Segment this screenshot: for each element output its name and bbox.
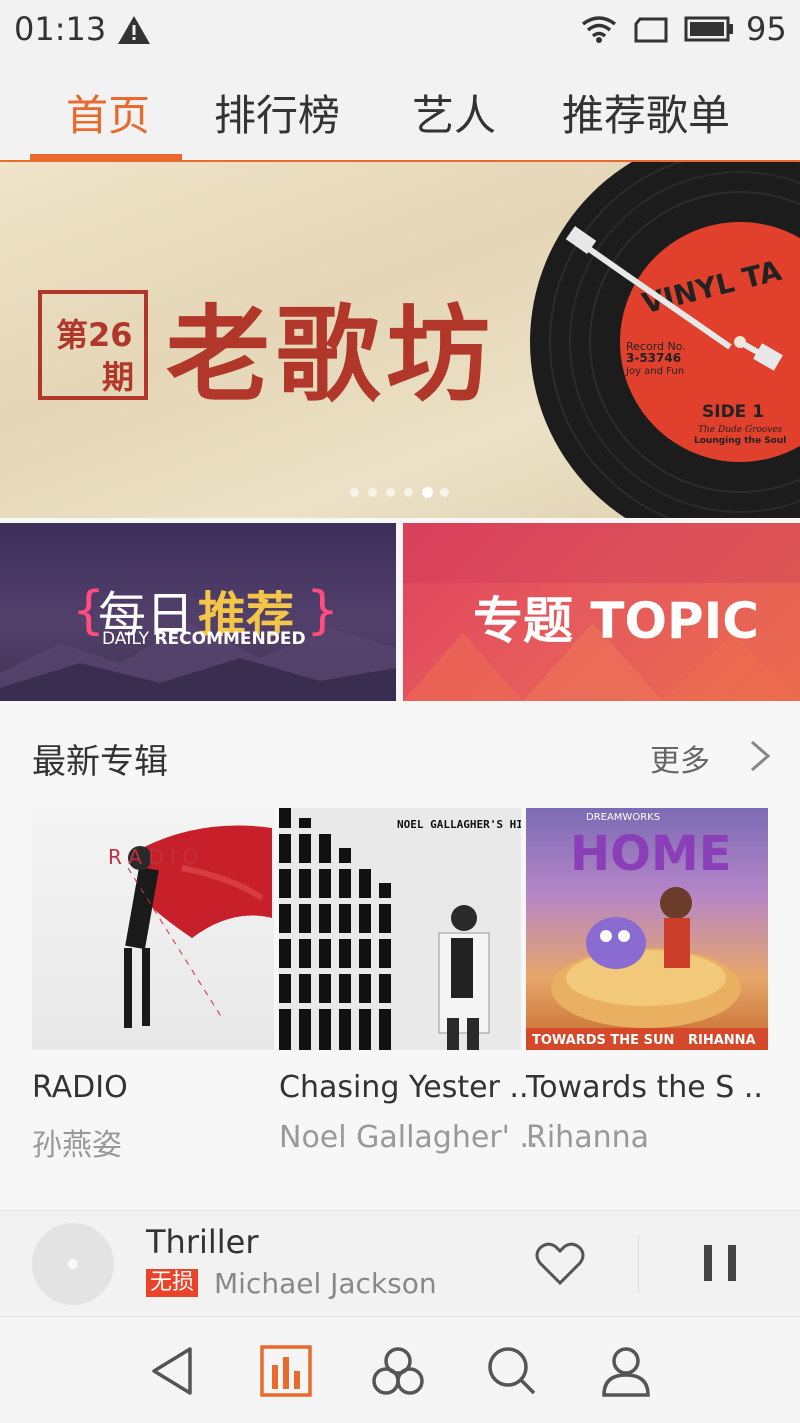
page-dot bbox=[440, 488, 449, 497]
record-number: 3-53746 bbox=[626, 351, 681, 365]
album-art-text: HOME bbox=[570, 826, 732, 882]
heart-icon[interactable] bbox=[534, 1239, 586, 1287]
album-art-radio: R A D I O bbox=[108, 825, 272, 1028]
tab-charts[interactable]: 排行榜 bbox=[214, 82, 340, 143]
vinyl-record-image: VINYL TA Record No. 3-53746 Joy and Fun … bbox=[530, 162, 800, 518]
album-title[interactable]: RADIO bbox=[32, 1070, 128, 1105]
status-time: 01:13 bbox=[14, 10, 107, 48]
album-art-towards-the-sun: DREAMWORKS HOME TOWARDS THE SUN RIHANNA bbox=[526, 812, 768, 1050]
tab-home[interactable]: 首页 bbox=[66, 82, 150, 143]
topic-label: 专题 TOPIC bbox=[473, 592, 759, 650]
album-art-text: NOEL GALLAGHER'S HIGH FLYING BIRDS bbox=[397, 818, 521, 831]
status-bar: 01:13 95 bbox=[0, 0, 800, 60]
issue-prefix: 第 bbox=[56, 316, 89, 354]
album-art-chasing-yesterday: NOEL GALLAGHER'S HIGH FLYING BIRDS bbox=[279, 808, 521, 1050]
page-dot bbox=[422, 487, 433, 498]
charts-icon[interactable] bbox=[258, 1343, 314, 1399]
album-artist[interactable]: Noel Gallagher' .. bbox=[279, 1120, 539, 1155]
more-link[interactable]: 更多 bbox=[650, 736, 710, 780]
pause-icon[interactable] bbox=[700, 1241, 740, 1285]
daily-subtitle-a: DAILY bbox=[102, 629, 155, 649]
album-artist[interactable]: 孙燕姿 bbox=[32, 1120, 122, 1164]
album-art-caption2: RIHANNA bbox=[688, 1033, 756, 1048]
record-subtitle: The Dude Grooves bbox=[698, 425, 783, 435]
battery-level: 95 bbox=[746, 10, 787, 48]
issue-badge: 第26 期 bbox=[38, 290, 148, 400]
chevron-right-icon[interactable] bbox=[748, 738, 772, 774]
discover-icon[interactable] bbox=[370, 1343, 426, 1399]
album-art-brand: DREAMWORKS bbox=[586, 812, 660, 823]
now-playing-artist: Michael Jackson bbox=[214, 1267, 437, 1300]
page-dot bbox=[368, 488, 377, 497]
search-icon[interactable] bbox=[484, 1343, 540, 1399]
daily-recommended-card[interactable]: { 每日 推荐 } DAILY RECOMMENDED bbox=[0, 523, 396, 701]
banner-title: 老歌坊 bbox=[166, 293, 497, 416]
daily-subtitle-b: RECOMMENDED bbox=[154, 629, 306, 649]
album-cover-chasing-yesterday[interactable]: NOEL GALLAGHER'S HIGH FLYING BIRDS bbox=[279, 808, 521, 1050]
now-playing-title: Thriller bbox=[146, 1223, 259, 1261]
record-small-text: Joy and Fun bbox=[625, 366, 684, 377]
album-artist[interactable]: Rihanna bbox=[526, 1120, 649, 1155]
active-tab-indicator bbox=[30, 154, 182, 160]
record-tagline: Lounging the Soul bbox=[694, 436, 786, 446]
record-side: SIDE 1 bbox=[702, 402, 764, 422]
album-disc-thumbnail[interactable] bbox=[32, 1223, 114, 1305]
banner-page-indicator bbox=[350, 487, 460, 500]
album-cover-towards-the-sun[interactable]: DREAMWORKS HOME TOWARDS THE SUN RIHANNA bbox=[526, 808, 768, 1050]
mini-player[interactable]: Thriller 无损 Michael Jackson bbox=[0, 1210, 800, 1317]
issue-suffix: 期 bbox=[102, 358, 135, 396]
page-dot bbox=[350, 488, 359, 497]
wifi-icon bbox=[581, 16, 617, 43]
topic-card[interactable]: 专题 TOPIC bbox=[403, 523, 800, 701]
brace-right-icon: } bbox=[306, 581, 340, 641]
album-art-caption: TOWARDS THE SUN bbox=[532, 1033, 674, 1048]
section-title: 最新专辑 bbox=[32, 742, 168, 782]
bottom-nav-bar bbox=[0, 1316, 800, 1423]
album-title[interactable]: Towards the S .. bbox=[526, 1070, 763, 1105]
back-icon[interactable] bbox=[146, 1343, 202, 1399]
album-title[interactable]: Chasing Yester .. bbox=[279, 1070, 529, 1105]
album-cover-radio[interactable]: R A D I O bbox=[32, 808, 274, 1050]
tab-artists[interactable]: 艺人 bbox=[412, 82, 496, 143]
profile-icon[interactable] bbox=[598, 1343, 654, 1399]
screen-rotation-icon bbox=[634, 17, 668, 43]
featured-banner[interactable]: 第26 期 老歌坊 VINYL TA Record No. 3-53746 Jo… bbox=[0, 162, 800, 518]
warning-icon bbox=[118, 16, 150, 44]
album-art-text: R A D I O bbox=[108, 845, 198, 869]
top-tab-bar: 首页 排行榜 艺人 推荐歌单 bbox=[0, 60, 800, 162]
battery-icon bbox=[684, 16, 733, 42]
player-divider bbox=[638, 1235, 639, 1293]
daily-subtitle: DAILY RECOMMENDED bbox=[102, 629, 306, 649]
page-dot bbox=[386, 488, 395, 497]
page-dot bbox=[404, 488, 413, 497]
tab-playlists[interactable]: 推荐歌单 bbox=[562, 82, 730, 143]
issue-number: 26 bbox=[88, 316, 133, 354]
lossless-badge: 无损 bbox=[146, 1269, 199, 1297]
